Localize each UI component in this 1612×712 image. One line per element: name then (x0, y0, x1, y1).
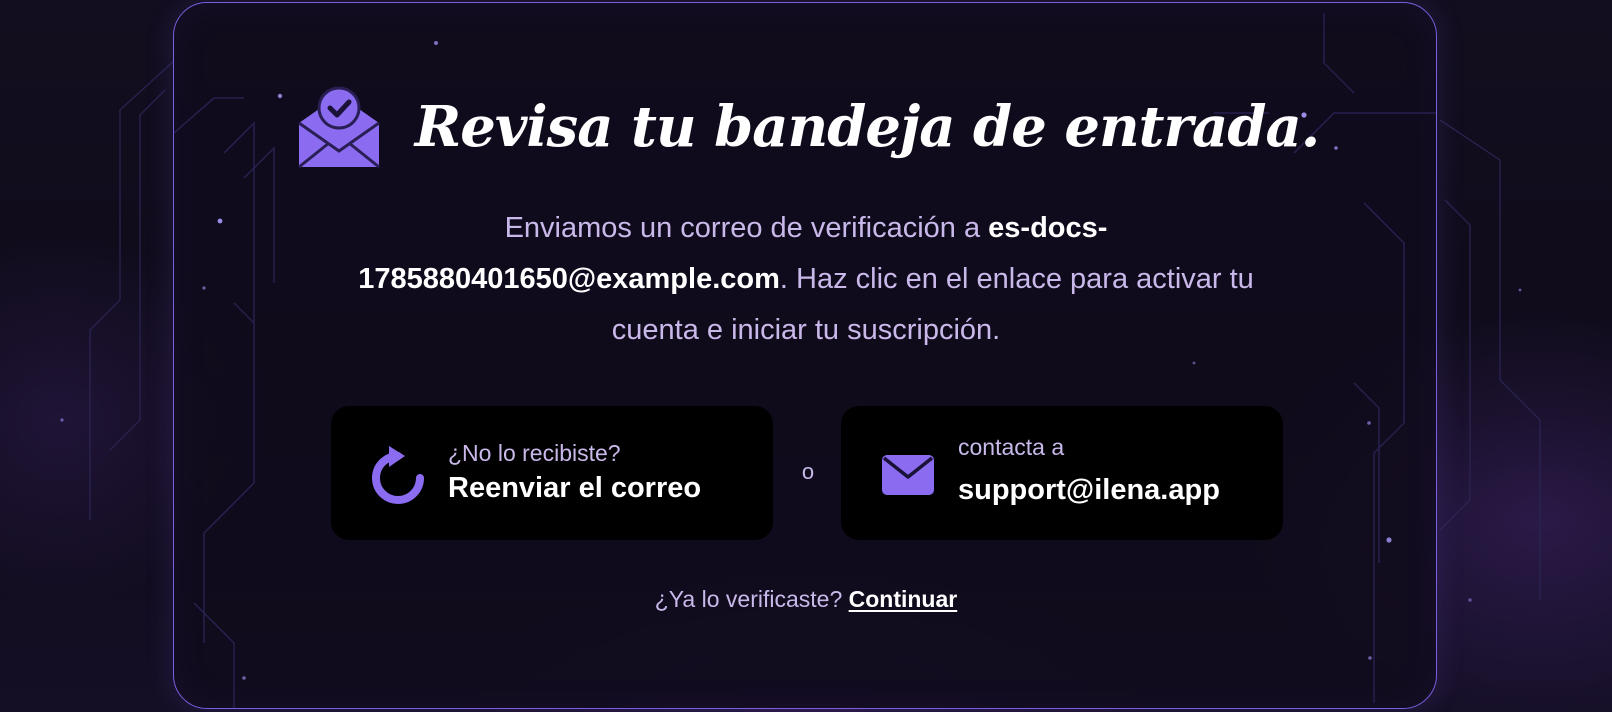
refresh-icon (372, 446, 424, 504)
contact-prefix: contacta a (958, 434, 1065, 460)
footer-prompt: ¿Ya lo verificaste? Continuar (174, 586, 1436, 613)
resend-email-button[interactable]: ¿No lo recibiste? Reenviar el correo (331, 406, 773, 540)
verification-message: Enviamos un correo de verificación a es-… (324, 203, 1288, 356)
page-title: Revisa tu bandeja de entrada. (414, 94, 1321, 160)
contact-support-button[interactable]: contacta a support@ilena.app (841, 406, 1283, 540)
message-prefix: Enviamos un correo de verificación a (504, 212, 989, 244)
resend-question: ¿No lo recibiste? (448, 440, 621, 466)
verification-card: Revisa tu bandeja de entrada. Enviamos u… (173, 2, 1437, 709)
envelope-check-icon (297, 86, 380, 169)
footer-question: ¿Ya lo verificaste? (654, 586, 843, 612)
heading: Revisa tu bandeja de entrada. (174, 81, 1436, 173)
support-email: support@ilena.app (958, 474, 1220, 506)
resend-label: Reenviar el correo (448, 472, 702, 504)
mail-icon (882, 455, 934, 495)
or-separator: o (801, 459, 815, 484)
continue-link[interactable]: Continuar (849, 586, 958, 612)
